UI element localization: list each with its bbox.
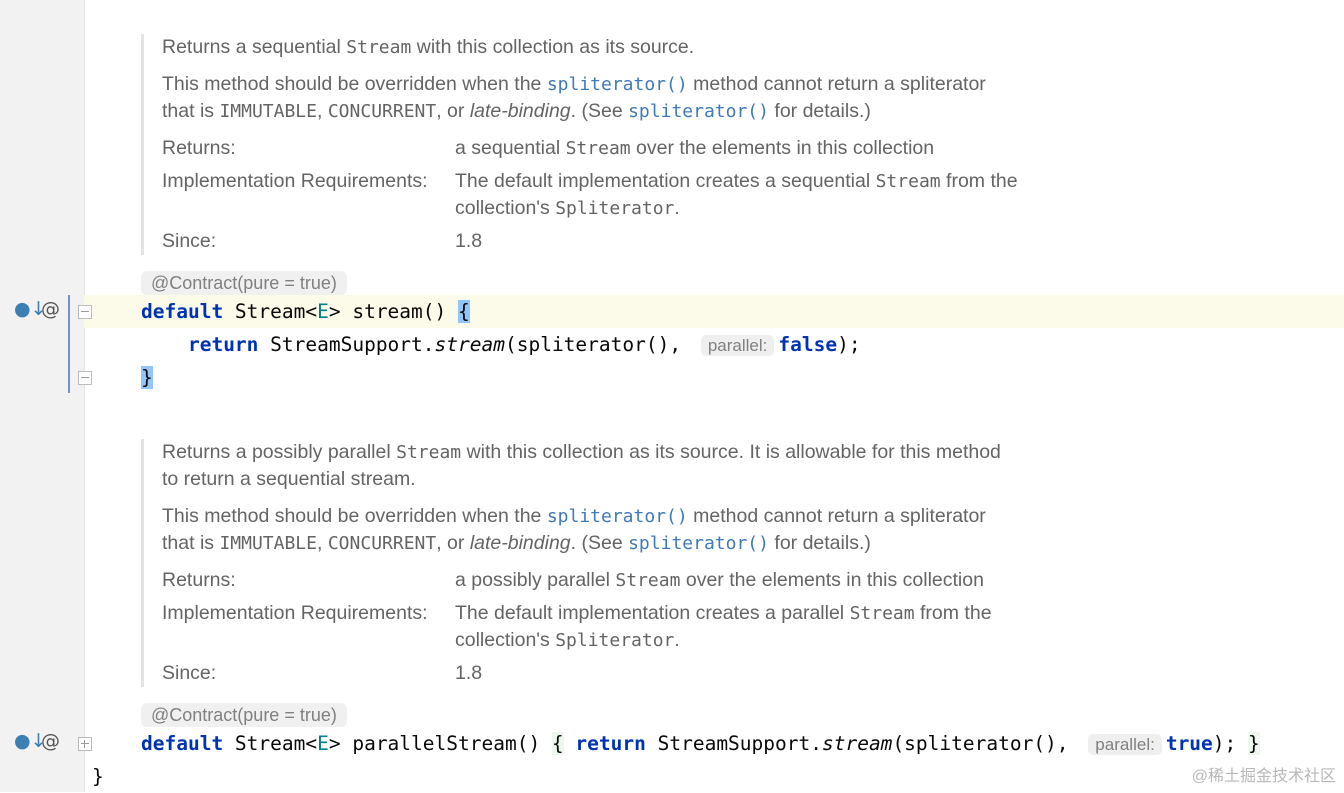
impl-value: The default implementation creates a seq…	[455, 170, 1018, 219]
fold-expand-icon[interactable]	[78, 737, 92, 751]
since-value: 1.8	[455, 230, 483, 252]
contract-annotation-hint[interactable]: @Contract(pure = true)	[141, 271, 347, 295]
doc-tags: Returns: a sequential Stream over the ele…	[162, 135, 1122, 255]
parameter-hint: parallel:	[1088, 734, 1162, 755]
annotation-gutter-icon[interactable]: @	[41, 298, 60, 320]
spliterator-link[interactable]: spliterator()	[547, 506, 688, 527]
returns-label: Returns:	[162, 137, 236, 159]
class-close-brace[interactable]: }	[92, 760, 104, 793]
matched-close-brace: }	[141, 366, 153, 389]
since-value: 1.8	[455, 662, 483, 684]
watermark: @稀土掘金技术社区	[1191, 768, 1336, 785]
doc-summary: Returns a possibly parallel Stream with …	[162, 441, 1001, 490]
editor-gutter	[0, 0, 85, 792]
returns-label: Returns:	[162, 569, 236, 591]
impl-value: The default implementation creates a par…	[455, 602, 992, 651]
contract-annotation-hint[interactable]: @Contract(pure = true)	[141, 703, 347, 727]
javadoc-stream: Returns a sequential Stream with this co…	[141, 34, 1122, 255]
since-label: Since:	[162, 230, 217, 252]
spliterator-link[interactable]: spliterator()	[628, 101, 769, 122]
fold-collapse-icon[interactable]	[78, 305, 92, 319]
code-line-parallel-stream[interactable]: default Stream<E> parallelStream() { ret…	[141, 727, 1260, 761]
spliterator-link[interactable]: spliterator()	[547, 74, 688, 95]
scope-indent-guide	[68, 295, 70, 393]
parameter-hint: parallel:	[700, 335, 775, 356]
impl-label: Implementation Requirements:	[162, 602, 428, 624]
folded-close-brace[interactable]: }	[1248, 732, 1260, 755]
returns-value: a sequential Stream over the elements in…	[455, 137, 935, 159]
doc-tags: Returns: a possibly parallel Stream over …	[162, 567, 1122, 687]
folded-open-brace[interactable]: {	[551, 732, 564, 755]
code-line-stream-close[interactable]: }	[141, 361, 153, 394]
matched-open-brace: {	[458, 300, 470, 323]
fold-end-icon[interactable]	[78, 371, 92, 385]
javadoc-parallel-stream: Returns a possibly parallel Stream with …	[141, 439, 1122, 687]
code-line-stream-signature[interactable]: default Stream<E> stream() {	[141, 295, 470, 328]
doc-override-note: This method should be overridden when th…	[162, 73, 986, 122]
returns-value: a possibly parallel Stream over the elem…	[455, 569, 984, 591]
spliterator-link[interactable]: spliterator()	[628, 533, 769, 554]
impl-label: Implementation Requirements:	[162, 170, 428, 192]
doc-summary: Returns a sequential Stream with this co…	[162, 36, 695, 58]
doc-override-note: This method should be overridden when th…	[162, 505, 986, 554]
code-line-stream-body[interactable]: return StreamSupport.stream(spliterator(…	[141, 328, 861, 362]
since-label: Since:	[162, 662, 217, 684]
annotation-gutter-icon[interactable]: @	[41, 730, 60, 752]
